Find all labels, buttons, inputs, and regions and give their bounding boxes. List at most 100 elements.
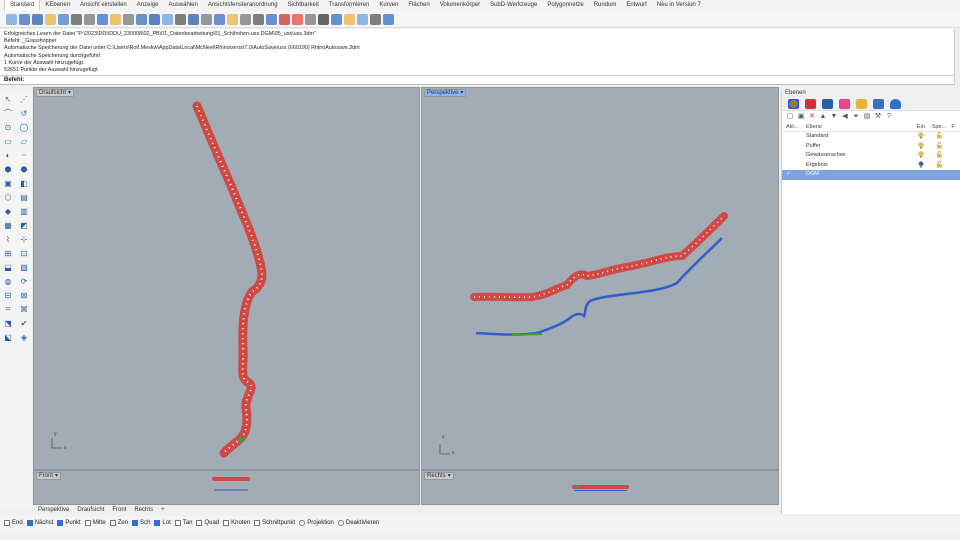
osnap-toggle[interactable]: Zen	[109, 520, 128, 526]
light-tab-icon[interactable]	[890, 99, 901, 109]
layers-tab-icon[interactable]	[805, 99, 816, 109]
toolbar-button-icon[interactable]	[214, 13, 225, 25]
layer-name[interactable]: Standard	[804, 132, 912, 142]
osnap-toggle[interactable]: Projektion	[299, 520, 334, 526]
layer-row[interactable]: Standard	[782, 132, 960, 142]
tool-icon[interactable]: ↺	[18, 107, 30, 119]
radio-icon[interactable]	[337, 520, 344, 526]
toolbar-button-icon[interactable]	[383, 13, 394, 25]
toolbar-button-icon[interactable]	[45, 13, 56, 25]
folder-tab-icon[interactable]	[856, 99, 867, 109]
tool-icon[interactable]: ◈	[18, 331, 30, 343]
ribbon-tab[interactable]: Rundum	[589, 0, 622, 11]
toolbar-button-icon[interactable]	[188, 13, 199, 25]
checkbox-icon[interactable]	[154, 520, 161, 526]
tool-icon[interactable]: ⊞	[2, 247, 14, 259]
layer-color-swatch[interactable]	[948, 142, 958, 152]
osnap-toggle[interactable]: Lot	[154, 520, 171, 526]
current-layer-check[interactable]	[782, 151, 804, 161]
toolbar-button-icon[interactable]	[370, 13, 381, 25]
viewport-tab[interactable]: Perspektive	[38, 505, 69, 515]
toolbar-button-icon[interactable]	[201, 13, 212, 25]
osnap-toggle[interactable]: Punkt	[57, 520, 81, 526]
ribbon-tab[interactable]: Standard	[4, 0, 41, 11]
column-layer[interactable]: Ebene	[804, 123, 912, 131]
lock-icon[interactable]	[930, 141, 948, 152]
lightbulb-icon[interactable]	[912, 160, 930, 171]
tool-icon[interactable]: ◩	[18, 219, 30, 231]
delete-icon[interactable]: ✕	[808, 113, 816, 121]
osnap-toggle[interactable]: Schnittpunkt	[254, 520, 295, 526]
layer-color-swatch[interactable]	[948, 132, 958, 142]
toolbar-button-icon[interactable]	[58, 13, 69, 25]
tool-icon[interactable]: ⊹	[18, 233, 30, 245]
viewport-tab[interactable]: Front	[112, 505, 126, 515]
filter-icon[interactable]: ⏷	[852, 113, 860, 121]
tool-icon[interactable]: ◐	[2, 149, 14, 161]
tool-icon[interactable]: ↖	[2, 93, 14, 105]
lightbulb-icon[interactable]	[912, 132, 930, 142]
osnap-toggle[interactable]: Knoten	[223, 520, 250, 526]
move-down-icon[interactable]: ▼	[830, 113, 838, 121]
toolbar-button-icon[interactable]	[19, 13, 30, 25]
toolbar-button-icon[interactable]	[6, 13, 17, 25]
viewport-perspective[interactable]: Perspektive ▾ z x	[421, 87, 779, 470]
ribbon-tab[interactable]: Polygonnetze	[542, 0, 588, 11]
current-layer-check[interactable]: ✓	[782, 170, 804, 180]
tool-icon[interactable]: ⬣	[18, 163, 30, 175]
toolbar-button-icon[interactable]	[292, 13, 303, 25]
osnap-toggle[interactable]: End	[4, 520, 23, 526]
ribbon-tab[interactable]: Volumenkörper	[435, 0, 485, 11]
lock-icon[interactable]	[930, 160, 948, 171]
toolbar-button-icon[interactable]	[97, 13, 108, 25]
render-tab-icon[interactable]	[822, 99, 833, 109]
lock-icon[interactable]	[930, 151, 948, 161]
ribbon-tab[interactable]: Auswählen	[163, 0, 202, 11]
viewport-right[interactable]: Rechts ▾	[421, 470, 779, 505]
toolbar-button-icon[interactable]	[149, 13, 160, 25]
layer-name[interactable]: Gewässerachse	[804, 151, 912, 161]
tool-icon[interactable]: ⌢	[18, 149, 30, 161]
column-on[interactable]: Ein	[912, 123, 930, 131]
tool-icon[interactable]: ◍	[2, 275, 14, 287]
osnap-toggle[interactable]: Tan	[174, 520, 192, 526]
toolbar-button-icon[interactable]	[240, 13, 251, 25]
layer-name[interactable]: Ergebnis	[804, 161, 912, 171]
ribbon-tab[interactable]: Entwurf	[621, 0, 651, 11]
tools-icon[interactable]: ⚒	[874, 113, 882, 121]
checkbox-icon[interactable]	[196, 520, 203, 526]
toolbar-button-icon[interactable]	[357, 13, 368, 25]
tool-icon[interactable]: ⊡	[18, 247, 30, 259]
command-prompt[interactable]: Befehl:	[0, 76, 954, 85]
viewport-tab[interactable]: Rechts	[134, 505, 153, 515]
toolbar-button-icon[interactable]	[175, 13, 186, 25]
current-layer-check[interactable]	[782, 132, 804, 142]
lock-icon[interactable]	[930, 132, 948, 142]
toolbar-button-icon[interactable]	[305, 13, 316, 25]
properties-tab-icon[interactable]	[788, 99, 799, 109]
materials-tab-icon[interactable]	[839, 99, 850, 109]
viewport-front[interactable]: Front ▾	[33, 470, 420, 505]
ribbon-tab[interactable]: SubD-Werkzeuge	[485, 0, 542, 11]
tool-icon[interactable]: ◯	[18, 121, 30, 133]
move-parent-icon[interactable]: ◀	[841, 113, 849, 121]
checkbox-icon[interactable]	[254, 520, 261, 526]
tool-icon[interactable]: ▦	[2, 219, 14, 231]
layer-row[interactable]: Gewässerachse	[782, 151, 960, 161]
checkbox-icon[interactable]	[174, 520, 181, 526]
tool-icon[interactable]: ◧	[18, 177, 30, 189]
move-up-icon[interactable]: ▲	[819, 113, 827, 121]
current-layer-check[interactable]	[782, 161, 804, 171]
ribbon-tab[interactable]: Flächen	[403, 0, 434, 11]
help-icon[interactable]: ?	[885, 113, 893, 121]
checkbox-icon[interactable]	[109, 520, 116, 526]
toolbar-button-icon[interactable]	[32, 13, 43, 25]
layer-color-swatch[interactable]	[948, 161, 958, 171]
toolbar-button-icon[interactable]	[123, 13, 134, 25]
tool-icon[interactable]: ⌗	[2, 303, 14, 315]
toolbar-button-icon[interactable]	[84, 13, 95, 25]
column-current[interactable]: Akt...	[782, 123, 804, 131]
toolbar-button-icon[interactable]	[279, 13, 290, 25]
osnap-toggle[interactable]: Deaktivieren	[337, 520, 379, 526]
ribbon-tab[interactable]: Neu in Version 7	[652, 0, 706, 11]
